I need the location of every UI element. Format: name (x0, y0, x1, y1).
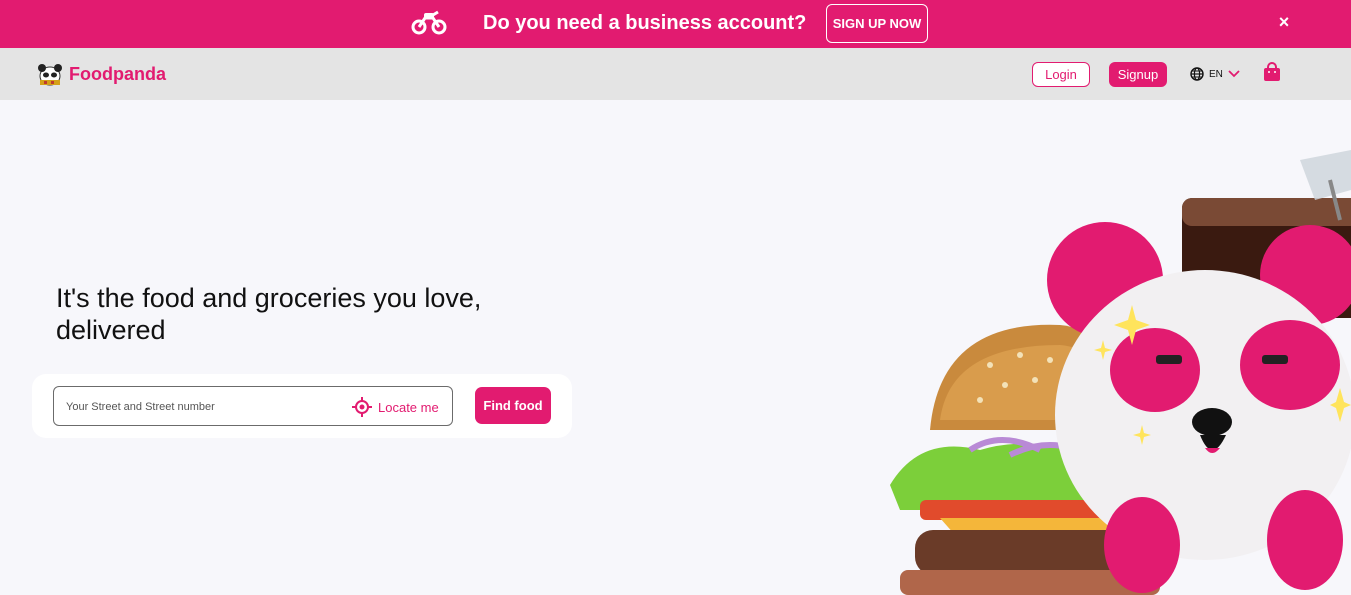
signup-button[interactable]: Signup (1109, 62, 1167, 87)
address-search-card: Locate me Find food (32, 374, 572, 438)
business-signup-button[interactable]: SIGN UP NOW (826, 4, 928, 43)
brand-name[interactable]: Foodpanda (69, 64, 166, 84)
crosshair-icon (352, 397, 372, 417)
promo-banner: Do you need a business account? SIGN UP … (0, 0, 1351, 48)
hero-headline: It's the food and groceries you love, de… (56, 282, 556, 346)
address-field: Locate me (53, 386, 453, 426)
hero-illustration (890, 150, 1351, 595)
promo-message: Do you need a business account? (483, 12, 807, 34)
top-navbar: Foodpanda Login Signup EN (0, 48, 1351, 100)
headline-line-1: It's the food and groceries you love, (56, 283, 482, 313)
locate-me-button[interactable]: Locate me (352, 395, 439, 419)
shopping-bag-icon[interactable] (1263, 62, 1281, 82)
headline-line-2: delivered (56, 315, 166, 345)
close-banner-button[interactable]: × (1274, 12, 1294, 32)
globe-icon (1190, 67, 1204, 81)
panda-logo-icon[interactable] (37, 63, 63, 87)
language-code: EN (1209, 68, 1223, 80)
find-food-button[interactable]: Find food (475, 387, 551, 424)
language-selector[interactable]: EN (1190, 65, 1240, 83)
login-button[interactable]: Login (1032, 62, 1090, 87)
motorbike-icon (411, 10, 447, 35)
address-input[interactable] (66, 396, 346, 418)
locate-me-label: Locate me (378, 399, 439, 415)
chevron-down-icon (1228, 70, 1240, 78)
